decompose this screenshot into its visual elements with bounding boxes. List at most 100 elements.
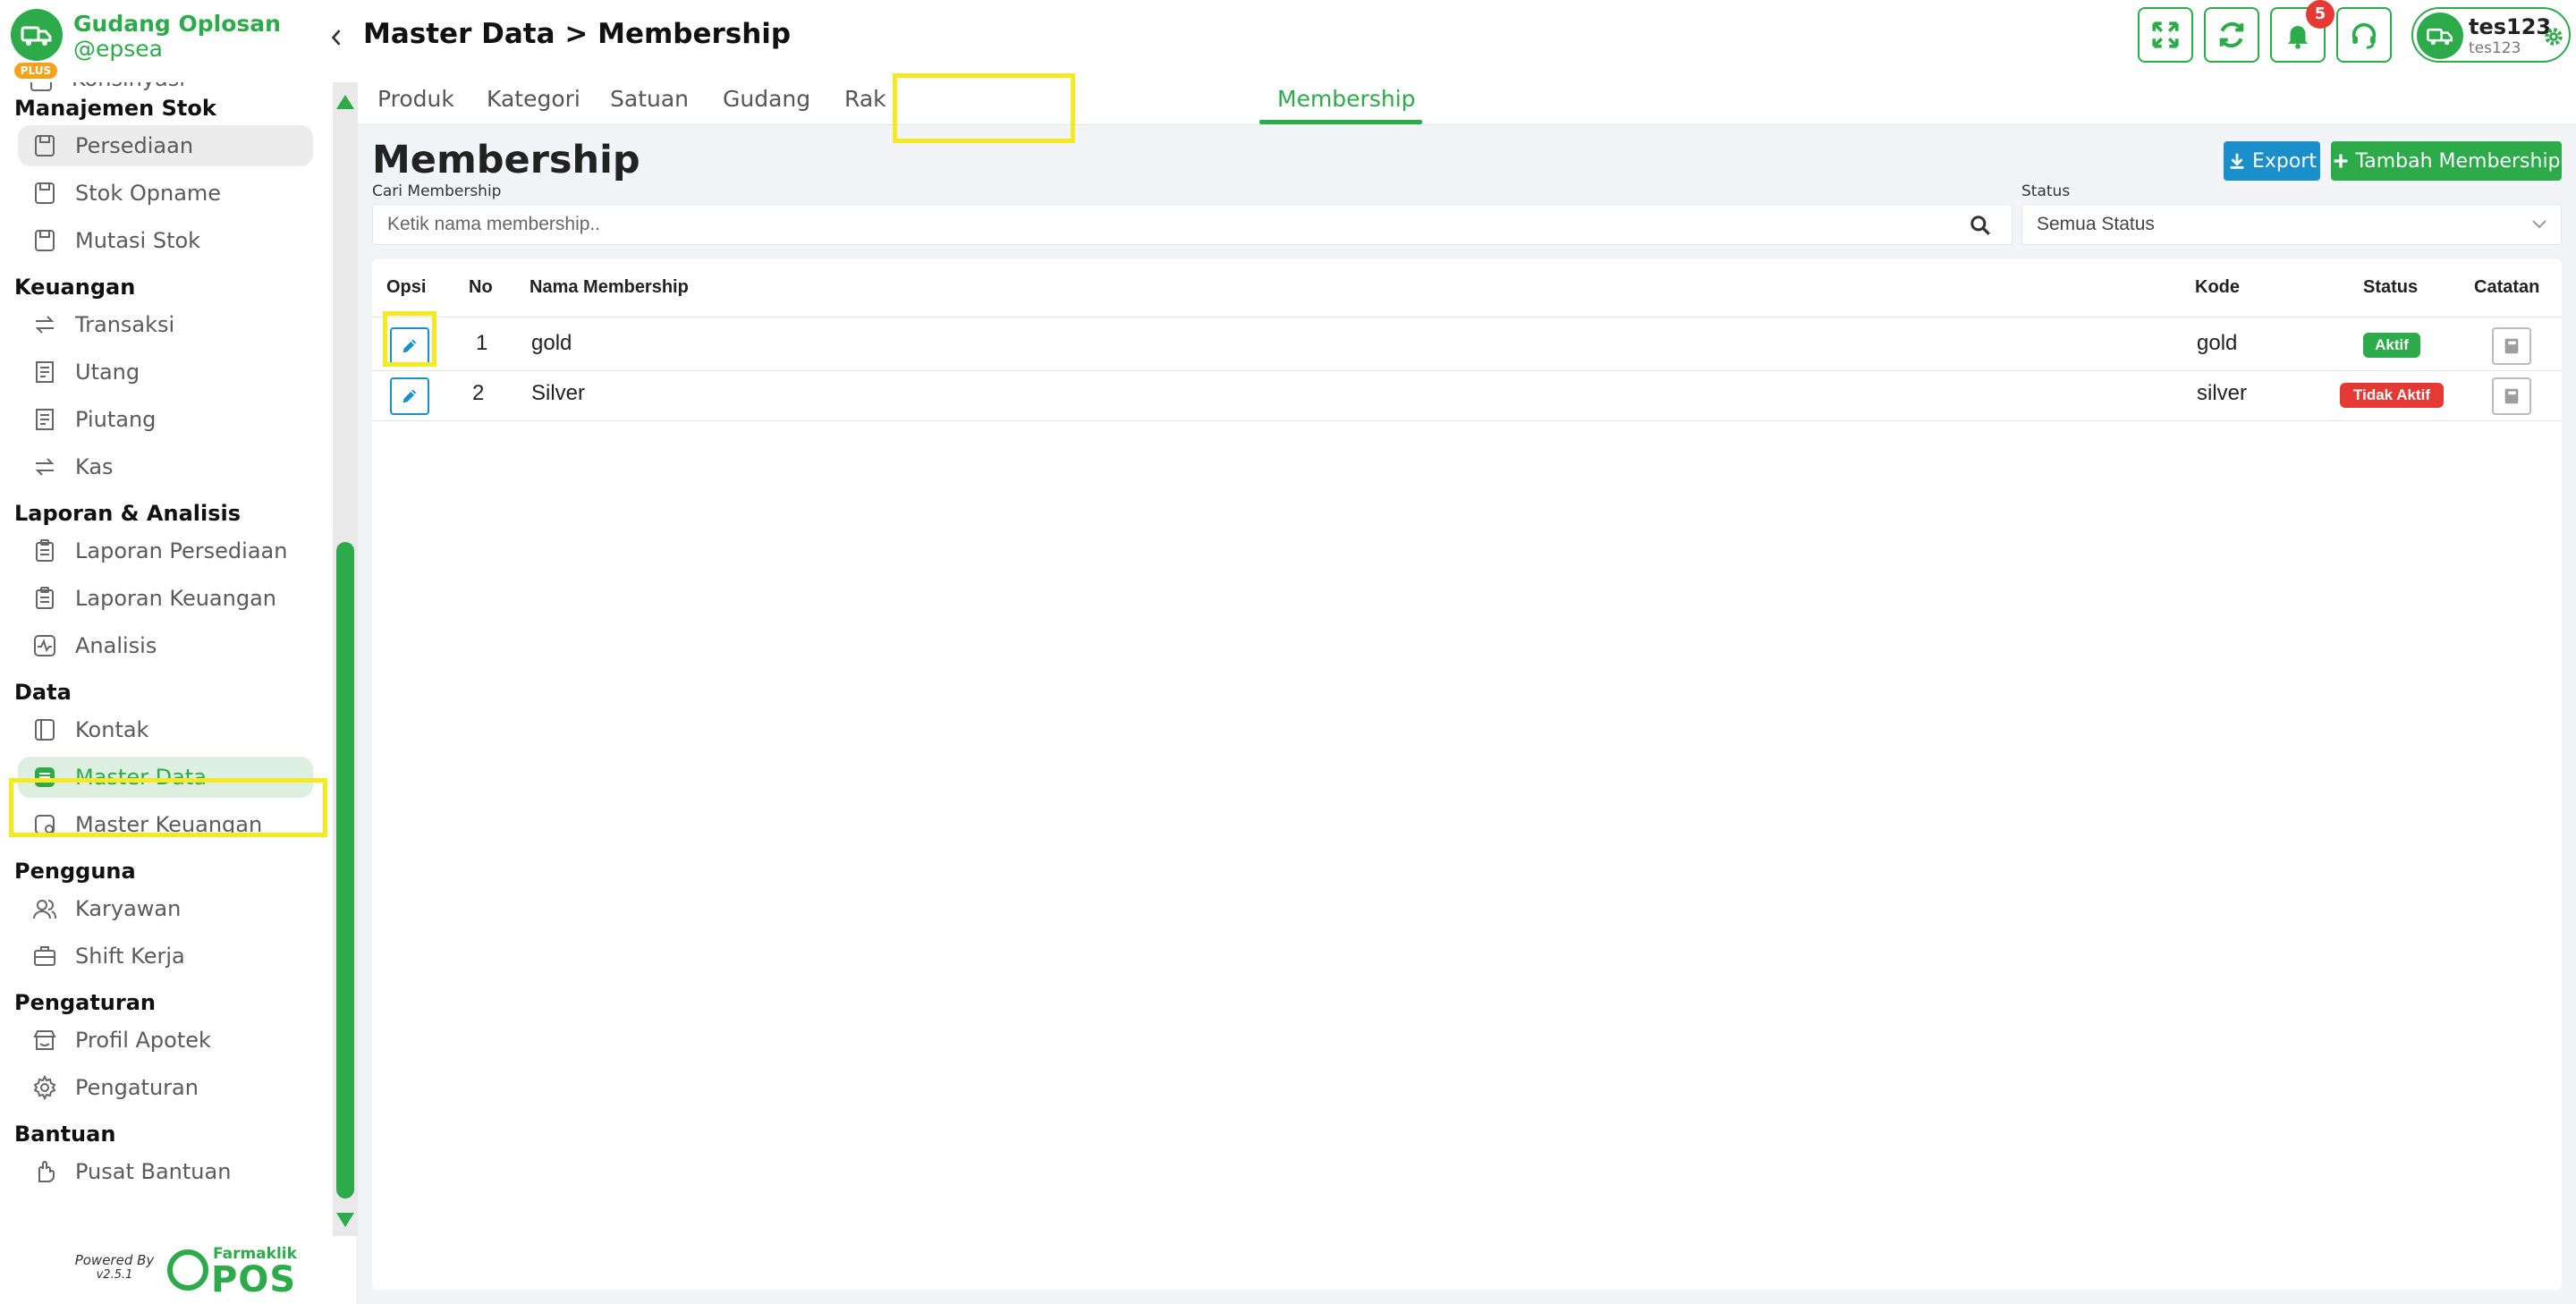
nav-section-data: Data	[14, 680, 72, 705]
sidebar-item-label: Profil Apotek	[75, 1028, 211, 1053]
gear-icon	[30, 1073, 59, 1102]
sidebar-item-utang[interactable]: Utang	[18, 351, 313, 393]
notebook-icon	[2504, 338, 2519, 354]
membership-code: gold	[2197, 331, 2238, 355]
export-button[interactable]: Export	[2224, 141, 2320, 181]
search-label: Cari Membership	[372, 182, 502, 200]
status-label: Status	[2021, 182, 2071, 200]
pencil-icon	[402, 389, 417, 403]
search-input[interactable]	[373, 205, 1947, 244]
expand-icon	[2152, 21, 2179, 48]
sidebar-item-piutang[interactable]: Piutang	[18, 399, 313, 440]
note-button[interactable]	[2492, 377, 2531, 415]
sidebar-item-pusat-bantuan[interactable]: Pusat Bantuan	[18, 1151, 313, 1192]
sidebar-item-pengaturan[interactable]: Pengaturan	[18, 1067, 313, 1108]
user-menu[interactable]: tes123 tes123	[2411, 7, 2571, 63]
row-number: 2	[472, 381, 485, 405]
tab-satuan[interactable]: Satuan	[610, 86, 689, 112]
headset-icon	[2351, 22, 2377, 49]
chevron-left-icon	[331, 30, 341, 46]
clipboard-icon	[30, 584, 59, 613]
sidebar: Konsinyasi PLUS Gudang Oplosan @epsea Ma…	[0, 0, 358, 1304]
notification-count-badge: 5	[2306, 0, 2334, 29]
row-divider	[372, 370, 2562, 371]
transfer-icon	[30, 310, 59, 339]
membership-name: gold	[531, 331, 572, 355]
edit-button[interactable]	[390, 377, 429, 415]
receipt-icon	[30, 358, 59, 386]
sidebar-item-laporan-persediaan[interactable]: Laporan Persediaan	[18, 530, 313, 572]
search-icon[interactable]	[1969, 214, 1992, 237]
activity-icon	[30, 631, 59, 660]
version-text: v2.5.1	[96, 1268, 133, 1282]
sidebar-item-label: Mutasi Stok	[75, 228, 201, 253]
tab-kategori[interactable]: Kategori	[487, 86, 580, 112]
hand-icon	[30, 1157, 59, 1186]
gear-icon[interactable]	[2542, 25, 2565, 48]
clipboard-icon	[30, 537, 59, 565]
status-select[interactable]: Semua Status	[2021, 204, 2562, 245]
sidebar-scrollbar[interactable]	[333, 82, 358, 1236]
sidebar-item-master-keuangan[interactable]: Master Keuangan	[18, 804, 313, 845]
powered-by: Powered By v2.5.1	[70, 1252, 159, 1282]
tab-bar: Produk Kategori Satuan Gudang Rak Member…	[358, 73, 2576, 125]
sidebar-item-label: Utang	[75, 360, 140, 385]
scroll-thumb[interactable]	[336, 542, 354, 1198]
save-icon	[30, 131, 59, 160]
status-badge: Aktif	[2363, 333, 2420, 358]
sidebar-item-persediaan[interactable]: Persediaan	[18, 125, 313, 166]
nav-section-pengaturan: Pengaturan	[14, 990, 157, 1015]
note-button[interactable]	[2492, 327, 2531, 365]
sidebar-item-label: Pusat Bantuan	[75, 1159, 232, 1184]
add-membership-button[interactable]: Tambah Membership	[2331, 141, 2562, 181]
tab-rak[interactable]: Rak	[844, 86, 886, 112]
brand-handle: @epsea	[73, 36, 163, 62]
partner-product: POS	[211, 1259, 297, 1300]
save-icon	[30, 226, 59, 255]
refresh-button[interactable]	[2204, 7, 2259, 63]
nav-section-laporan-analisis: Laporan & Analisis	[14, 501, 242, 526]
users-icon	[30, 894, 59, 923]
edit-button[interactable]	[390, 327, 429, 365]
tab-produk[interactable]: Produk	[377, 86, 454, 112]
nav-section-bantuan: Bantuan	[14, 1122, 116, 1147]
sidebar-item-karyawan[interactable]: Karyawan	[18, 888, 313, 929]
sidebar-item-label: Transaksi	[75, 312, 175, 337]
column-header-kode: Kode	[2195, 277, 2240, 297]
sidebar-item-shift-kerja[interactable]: Shift Kerja	[18, 936, 313, 977]
sidebar-item-profil-apotek[interactable]: Profil Apotek	[18, 1020, 313, 1061]
sidebar-item-laporan-keuangan[interactable]: Laporan Keuangan	[18, 578, 313, 619]
tab-membership[interactable]: Membership	[1277, 86, 1416, 112]
brand-header: PLUS Gudang Oplosan @epsea	[0, 0, 358, 82]
sidebar-item-mutasi-stok[interactable]: Mutasi Stok	[18, 220, 313, 261]
sidebar-item-label: Laporan Persediaan	[75, 538, 288, 563]
sidebar-item-transaksi[interactable]: Transaksi	[18, 304, 313, 345]
save-icon	[30, 179, 59, 207]
nav-section-pengguna: Pengguna	[14, 859, 136, 884]
user-name: tes123	[2469, 14, 2552, 39]
fullscreen-button[interactable]	[2138, 7, 2193, 63]
sidebar-item-master-data[interactable]: Master Data	[18, 757, 313, 798]
sidebar-item-label: Master Data	[75, 765, 207, 790]
tab-gudang[interactable]: Gudang	[723, 86, 810, 112]
scroll-up-arrow[interactable]	[336, 95, 354, 109]
database-icon	[30, 763, 59, 792]
refresh-icon	[2219, 21, 2244, 48]
column-header-name: Nama Membership	[530, 277, 689, 297]
truck-icon	[2427, 28, 2453, 46]
section-title: Membership	[372, 138, 640, 182]
row-number: 1	[476, 331, 488, 355]
collapse-sidebar-button[interactable]	[326, 23, 347, 52]
export-label: Export	[2251, 149, 2317, 173]
sidebar-item-analisis[interactable]: Analisis	[18, 625, 313, 666]
sidebar-item-kas[interactable]: Kas	[18, 446, 313, 487]
sidebar-item-label: Stok Opname	[75, 181, 222, 206]
scroll-down-arrow[interactable]	[336, 1213, 354, 1227]
topbar: Master Data > Membership 5 tes123 tes123	[358, 0, 2576, 73]
sidebar-item-kontak[interactable]: Kontak	[18, 709, 313, 750]
search-field[interactable]	[372, 204, 2012, 245]
status-badge: Tidak Aktif	[2340, 383, 2444, 408]
plan-badge: PLUS	[14, 63, 57, 79]
support-button[interactable]	[2336, 7, 2392, 63]
sidebar-item-stok-opname[interactable]: Stok Opname	[18, 173, 313, 214]
